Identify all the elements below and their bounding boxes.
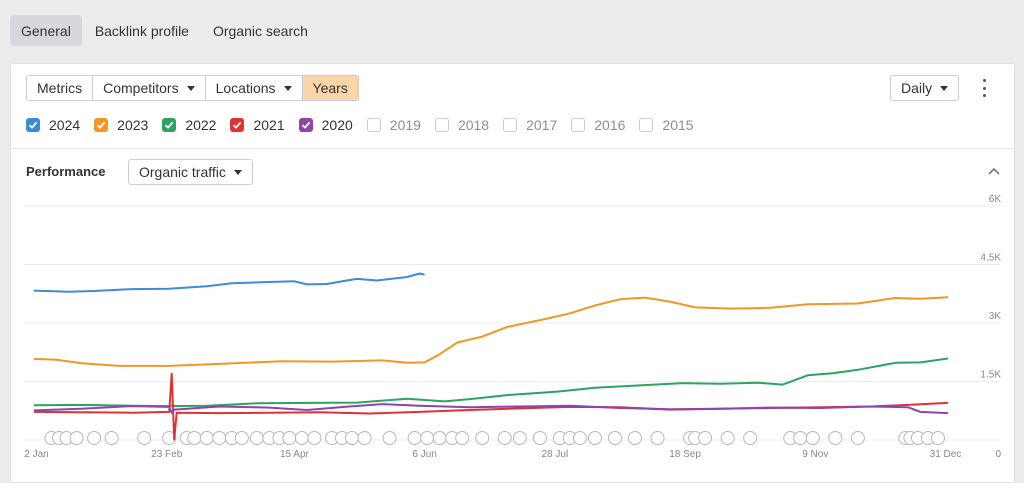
annotation-marker <box>212 431 227 445</box>
annotation-marker <box>69 431 84 445</box>
annotation-marker <box>432 431 447 445</box>
annotation-marker <box>104 431 119 445</box>
y-tick-label: 4.5K <box>980 253 1001 264</box>
annotation-marker <box>382 431 397 445</box>
x-tick-label: 9 Nov <box>802 449 828 460</box>
annotation-marker <box>137 431 152 445</box>
annotation-marker <box>420 431 435 445</box>
x-tick-label: 23 Feb <box>151 449 183 460</box>
annotation-marker <box>572 431 587 445</box>
organic-traffic-chart: 6K 4.5K 3K 1.5K 0 2 Jan 23 Feb 15 Apr 6 Jun 28 Ju… <box>24 194 1002 460</box>
annotation-marker <box>793 431 808 445</box>
annotation-marker <box>187 431 202 445</box>
annotation-marker <box>805 431 820 445</box>
annotation-marker <box>720 431 735 445</box>
x-tick-label: 18 Sep <box>669 449 701 460</box>
annotation-marker <box>282 431 297 445</box>
annotation-marker <box>249 431 264 445</box>
series-line-2024 <box>33 272 425 293</box>
annotation-marker <box>199 431 214 445</box>
series-line-2023 <box>33 296 949 367</box>
y-tick-label: 0 <box>995 449 1001 460</box>
annotation-marker <box>87 431 102 445</box>
x-tick-label: 15 Apr <box>280 449 310 460</box>
annotation-marker <box>828 431 843 445</box>
annotation-marker <box>455 431 470 445</box>
annotation-marker <box>234 431 249 445</box>
annotation-marker <box>650 431 665 445</box>
annotation-marker <box>587 431 602 445</box>
annotation-marker <box>850 431 865 445</box>
y-tick-label: 1.5K <box>980 370 1001 381</box>
y-tick-label: 3K <box>989 311 1002 322</box>
x-tick-label: 31 Dec <box>930 449 962 460</box>
annotation-marker <box>532 431 547 445</box>
annotation-marker <box>307 431 322 445</box>
annotation-marker <box>407 431 422 445</box>
annotation-marker <box>930 431 945 445</box>
annotation-marker <box>497 431 512 445</box>
x-tick-label: 28 Jul <box>542 449 569 460</box>
annotation-marker <box>357 431 372 445</box>
annotation-marker <box>627 431 642 445</box>
annotation-marker <box>345 431 360 445</box>
x-tick-label: 2 Jan <box>24 449 48 460</box>
annotation-marker <box>607 431 622 445</box>
y-tick-label: 6K <box>989 194 1002 205</box>
annotation-marker <box>512 431 527 445</box>
annotation-marker <box>743 431 758 445</box>
annotation-marker <box>475 431 490 445</box>
annotation-marker <box>698 431 713 445</box>
x-tick-label: 6 Jun <box>412 449 436 460</box>
annotation-marker <box>294 431 309 445</box>
